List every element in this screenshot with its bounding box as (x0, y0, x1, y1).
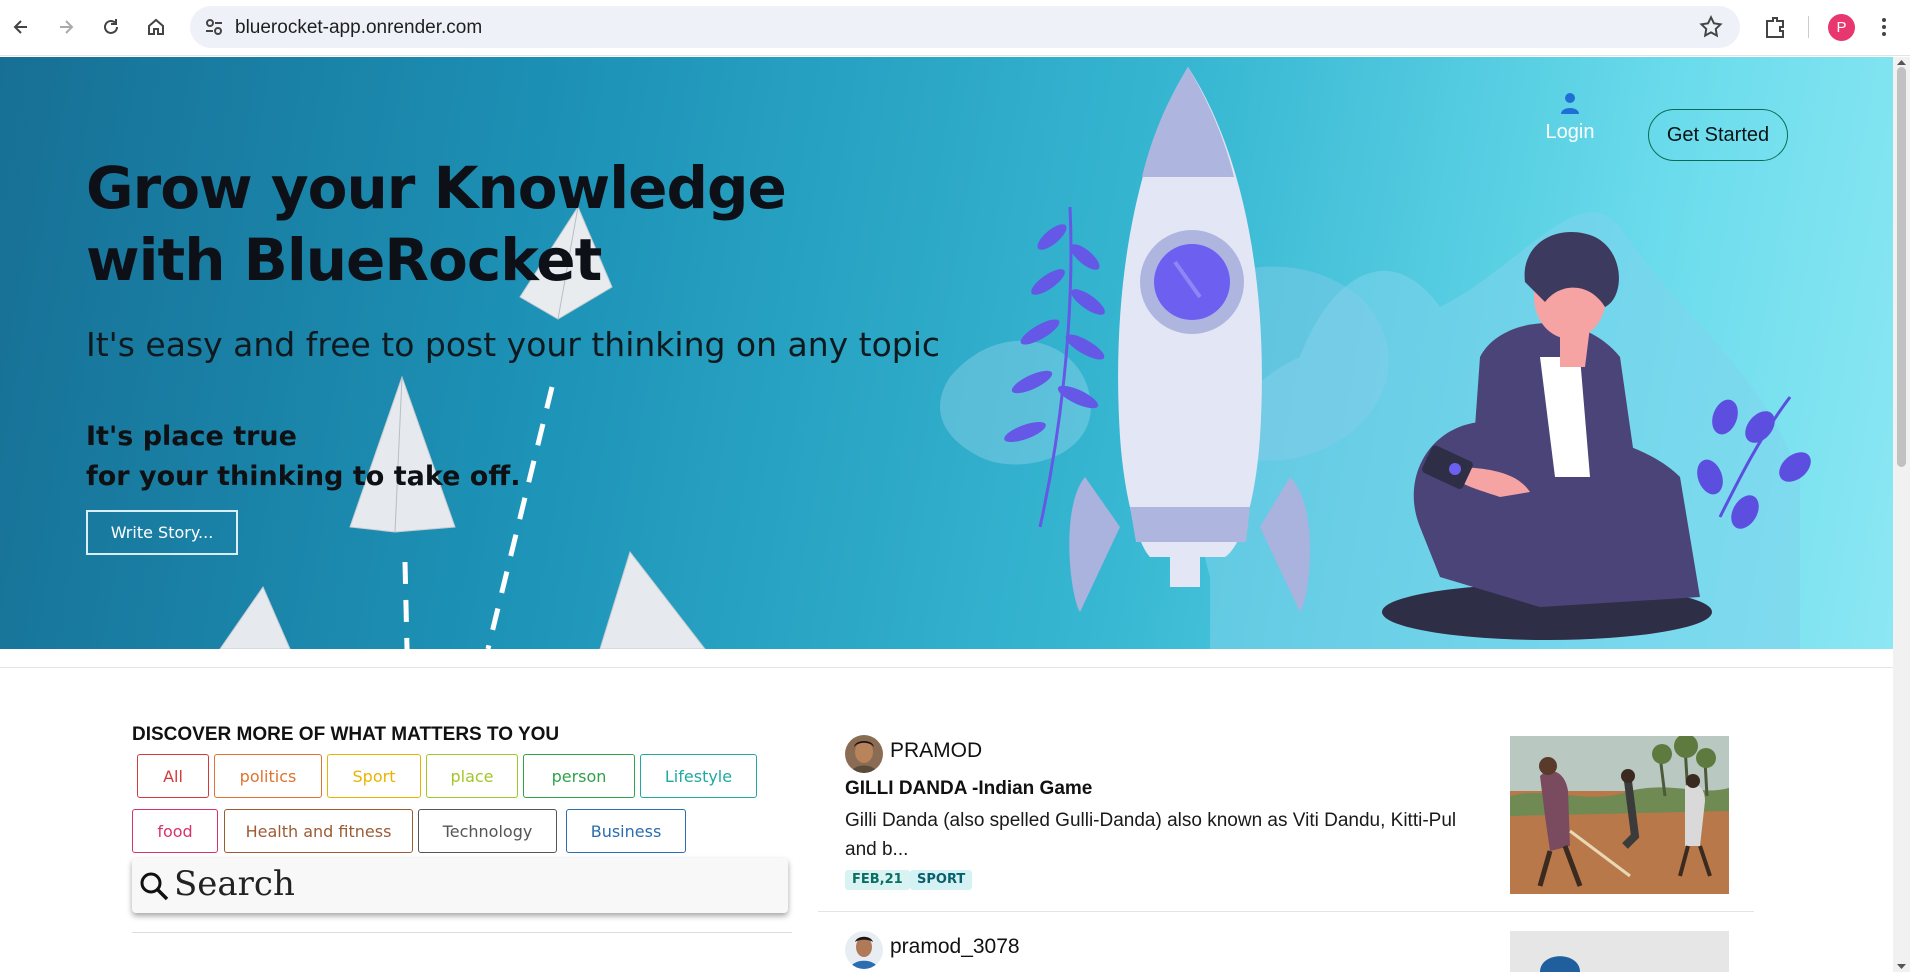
address-bar[interactable]: bluerocket-app.onrender.com (190, 6, 1740, 48)
topic-tag-lifestyle[interactable]: Lifestyle (640, 754, 757, 798)
url-text[interactable]: bluerocket-app.onrender.com (235, 17, 482, 39)
topic-tag-food[interactable]: food (132, 809, 218, 853)
post-date-badge: FEB,21 (845, 870, 910, 890)
avatar[interactable] (845, 735, 883, 773)
hero-tagline-line1: It's place true (86, 421, 297, 452)
reload-icon[interactable] (94, 10, 128, 44)
login-label: Login (1545, 121, 1595, 143)
scroll-down-icon[interactable] (1896, 962, 1907, 972)
post-category-badge[interactable]: SPORT (910, 870, 973, 890)
post-separator (818, 911, 1754, 912)
kebab-menu-icon[interactable] (1872, 12, 1896, 42)
hero-title: Grow your Knowledge with BlueRocket (86, 154, 787, 294)
topic-tag-politics[interactable]: politics (214, 754, 322, 798)
topic-tag-place[interactable]: place (426, 754, 518, 798)
search-box[interactable]: Search (132, 858, 788, 913)
hero-subtitle: It's easy and free to post your thinking… (86, 325, 941, 364)
discover-heading: DISCOVER MORE OF WHAT MATTERS TO YOU (132, 724, 560, 745)
toolbar-separator (1808, 16, 1809, 38)
back-icon[interactable] (4, 10, 38, 44)
profile-avatar[interactable]: P (1828, 14, 1855, 41)
topic-tag-health-and-fitness[interactable]: Health and fitness (224, 809, 413, 853)
user-icon (1561, 93, 1579, 114)
topic-tag-all[interactable]: All (137, 754, 209, 798)
avatar[interactable] (845, 931, 883, 969)
extensions-icon[interactable] (1760, 12, 1790, 42)
topic-tag-person[interactable]: person (523, 754, 635, 798)
scroll-up-icon[interactable] (1896, 57, 1907, 67)
browser-toolbar: bluerocket-app.onrender.com P (0, 0, 1910, 56)
hero-tagline-line2: for your thinking to take off. (86, 461, 521, 492)
post-excerpt: Gilli Danda (also spelled Gulli-Danda) a… (845, 810, 1457, 860)
section-divider (0, 667, 1893, 668)
forward-icon[interactable] (49, 10, 83, 44)
search-icon (140, 872, 169, 901)
post-thumbnail[interactable] (1510, 931, 1729, 972)
star-icon[interactable] (1698, 14, 1724, 40)
login-link[interactable]: Login (1540, 91, 1600, 144)
search-input[interactable]: Search (174, 864, 295, 904)
topic-tag-business[interactable]: Business (566, 809, 686, 853)
hero-tagline: It's place true for your thinking to tak… (86, 417, 520, 497)
post-thumbnail[interactable] (1510, 736, 1729, 894)
paper-plane-3 (219, 550, 706, 649)
scroll-thumb[interactable] (1897, 67, 1906, 467)
page-scrollbar[interactable] (1893, 57, 1910, 972)
post-author[interactable]: PRAMOD (890, 739, 982, 763)
topic-tag-sport[interactable]: Sport (327, 754, 421, 798)
home-icon[interactable] (139, 10, 173, 44)
post-title[interactable]: GILLI DANDA -Indian Game (845, 778, 1092, 800)
site-info-icon[interactable] (202, 15, 226, 39)
write-story-button[interactable]: Write Story... (86, 510, 238, 555)
topic-tag-technology[interactable]: Technology (418, 809, 557, 853)
hero-banner: Grow your Knowledge with BlueRocket It's… (0, 57, 1893, 649)
get-started-button[interactable]: Get Started (1648, 109, 1788, 161)
post-author[interactable]: pramod_3078 (890, 935, 1020, 959)
left-divider (132, 932, 792, 933)
